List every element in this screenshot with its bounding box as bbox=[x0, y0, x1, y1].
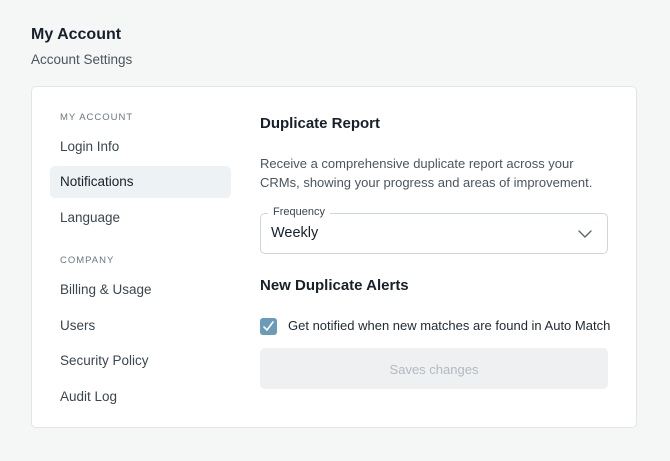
sidebar-item-notifications[interactable]: Notifications bbox=[50, 166, 231, 198]
page-subtitle: Account Settings bbox=[31, 52, 133, 67]
auto-match-alert-option: Get notified when new matches are found … bbox=[260, 317, 610, 337]
duplicate-alerts-heading: New Duplicate Alerts bbox=[260, 277, 409, 294]
chevron-down-icon bbox=[577, 227, 593, 239]
frequency-select[interactable]: Frequency Weekly bbox=[260, 206, 608, 254]
page-title: My Account bbox=[31, 26, 122, 43]
auto-match-alert-label: Get notified when new matches are found … bbox=[288, 318, 611, 333]
sidebar-item-billing-usage[interactable]: Billing & Usage bbox=[50, 274, 231, 306]
sidebar-item-audit-log[interactable]: Audit Log bbox=[50, 381, 231, 413]
sidebar-item-login-info[interactable]: Login Info bbox=[50, 131, 231, 163]
duplicate-report-description: Receive a comprehensive duplicate report… bbox=[260, 156, 593, 190]
sidebar-item-language[interactable]: Language bbox=[50, 202, 231, 234]
frequency-value: Weekly bbox=[271, 225, 319, 241]
sidebar-item-users[interactable]: Users bbox=[50, 310, 231, 342]
save-changes-button[interactable]: Saves changes bbox=[260, 348, 608, 389]
sidebar-item-security-policy[interactable]: Security Policy bbox=[50, 345, 231, 377]
sidebar-section-company: COMPANY bbox=[60, 255, 115, 266]
settings-card: MY ACCOUNT Login Info Notifications Lang… bbox=[31, 86, 637, 428]
frequency-label: Frequency bbox=[268, 206, 330, 218]
auto-match-alert-checkbox[interactable] bbox=[260, 318, 277, 335]
checkmark-icon bbox=[263, 321, 274, 331]
sidebar-section-my-account: MY ACCOUNT bbox=[60, 112, 134, 123]
duplicate-report-heading: Duplicate Report bbox=[260, 115, 381, 132]
